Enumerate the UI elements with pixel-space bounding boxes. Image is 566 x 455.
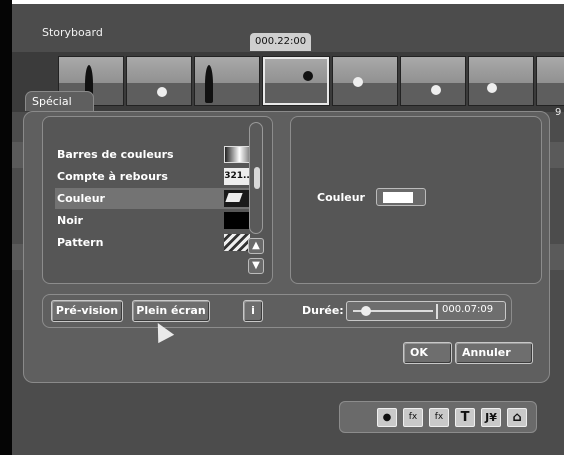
list-item-noir[interactable]: Noir — [55, 210, 258, 231]
list-item-label: Compte à rebours — [57, 170, 168, 183]
duration-label: Durée: — [302, 304, 344, 317]
timecode-badge: 000.22:00 — [250, 33, 312, 51]
list-item-label: Pattern — [57, 236, 104, 249]
fx-transition-icon[interactable]: fx — [429, 408, 449, 427]
fx-icon[interactable]: fx — [403, 408, 423, 427]
list-item-label: Couleur — [57, 192, 105, 205]
storyboard-clip[interactable] — [400, 56, 466, 106]
list-item-pattern[interactable]: Pattern — [55, 232, 258, 253]
list-item-label: Noir — [57, 214, 83, 227]
left-border — [0, 0, 12, 455]
color-value-swatch — [383, 192, 413, 203]
home-icon[interactable]: ⌂ — [507, 408, 527, 427]
list-item-barres-de-couleurs[interactable]: Barres de couleurs — [55, 144, 258, 165]
cancel-button[interactable]: Annuler — [455, 342, 533, 364]
ok-button[interactable]: OK — [403, 342, 452, 364]
info-button[interactable]: i — [243, 300, 263, 322]
preview-button[interactable]: Pré-vision — [51, 300, 123, 322]
title-icon[interactable]: T — [455, 408, 475, 427]
tools-icon[interactable]: J¥ — [481, 408, 501, 427]
storyboard-clip-selected[interactable] — [262, 56, 330, 106]
slider-knob[interactable] — [361, 306, 371, 316]
scroll-thumb[interactable] — [254, 167, 260, 189]
side-number: 9 — [555, 107, 562, 118]
storyboard-clip[interactable] — [194, 56, 260, 106]
color-label: Couleur — [317, 191, 365, 204]
list-scrollbar[interactable]: ▲ ▼ — [247, 122, 265, 277]
storyboard-clip[interactable] — [468, 56, 534, 106]
chevron-up-icon[interactable]: ▲ — [248, 238, 264, 254]
duration-value: 000.07:09 — [442, 304, 494, 315]
list-item-couleur[interactable]: Couleur — [55, 188, 258, 209]
duration-slider[interactable]: 000.07:09 — [346, 301, 506, 321]
storyboard-label: Storyboard — [42, 26, 103, 39]
scroll-track[interactable] — [249, 122, 263, 234]
slider-separator — [436, 304, 438, 319]
dialog-title: Spécial — [25, 91, 94, 111]
color-picker-button[interactable] — [376, 188, 426, 206]
storyboard-clip[interactable] — [332, 56, 398, 106]
main-toolbar: ● fx fx T J¥ ⌂ — [339, 401, 537, 433]
storyboard-strip[interactable] — [12, 52, 564, 112]
fullscreen-button[interactable]: Plein écran — [132, 300, 210, 322]
camera-icon[interactable]: ● — [377, 408, 397, 427]
storyboard-clip[interactable] — [126, 56, 192, 106]
list-item-compte-a-rebours[interactable]: Compte à rebours 321.. — [55, 166, 258, 187]
storyboard-clip[interactable] — [536, 56, 564, 106]
list-item-label: Barres de couleurs — [57, 148, 174, 161]
chevron-down-icon[interactable]: ▼ — [248, 258, 264, 274]
